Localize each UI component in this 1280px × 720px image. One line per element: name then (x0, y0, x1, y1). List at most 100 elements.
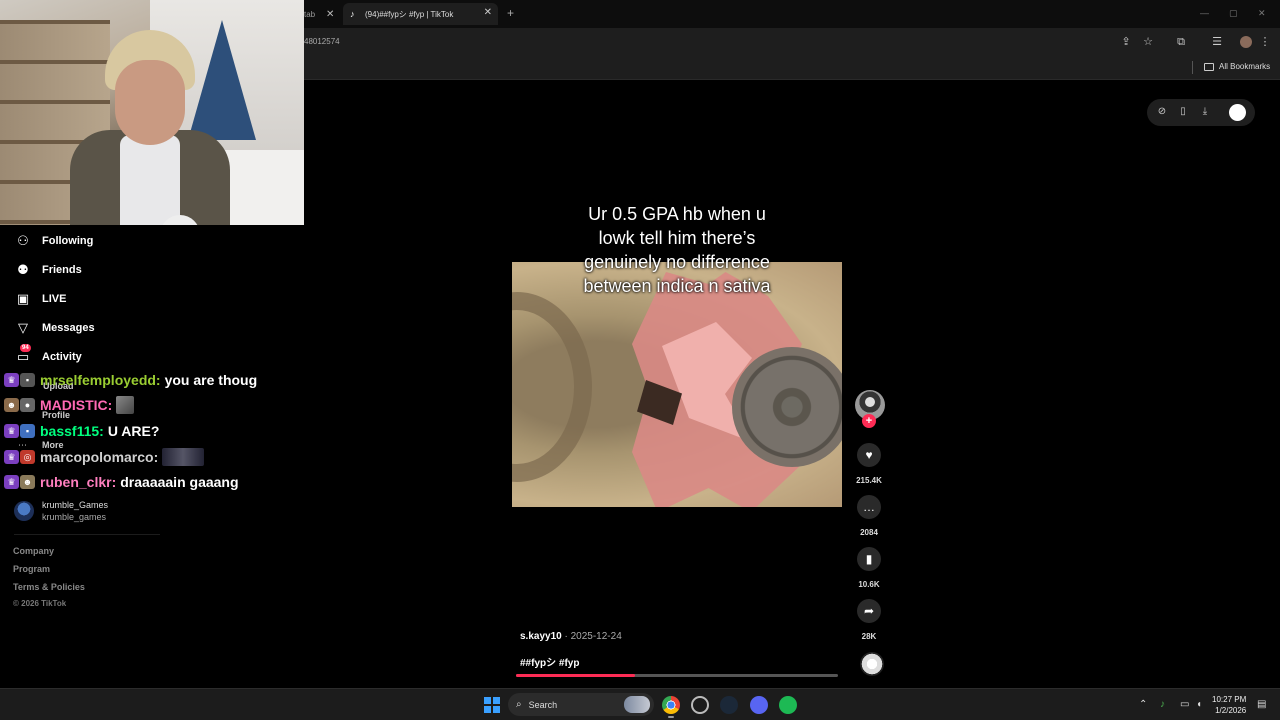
sidebar-item-following[interactable]: ⚇ Following (14, 230, 93, 252)
plus-icon[interactable]: + (507, 6, 514, 20)
emote-icon (116, 396, 135, 414)
sidebar-item-label: LIVE (42, 293, 67, 305)
sub-badge-icon: ☻ (4, 398, 19, 412)
caption-line: genuinely no difference (584, 252, 770, 272)
footer-link-program[interactable]: Program (13, 564, 50, 574)
user-badge-icon: ◎ (20, 450, 35, 464)
comment-icon: … (863, 500, 875, 514)
tab-active[interactable]: ♪ (94)##fypシ #fyp | TikTok ✕ (343, 3, 498, 25)
video-author-line: s.kayy10 · 2025-12-24 (520, 631, 622, 642)
chat-message: ♛ ☻ ruben_clkr: draaaaain gaaang (4, 472, 239, 492)
close-icon[interactable]: ✕ (1258, 8, 1266, 19)
bookmark-icon: ▮ (865, 552, 873, 566)
star-icon[interactable]: ☆ (1141, 35, 1155, 49)
tab-previous-title: tab (304, 9, 316, 19)
chat-text: U ARE? (107, 423, 160, 439)
network-icon[interactable]: ▭ (1180, 699, 1189, 710)
bookmarks-divider (1192, 61, 1193, 74)
like-button[interactable]: ♥ (857, 443, 881, 467)
hashtags[interactable]: ##fypシ #fyp (520, 654, 579, 669)
microphone-icon[interactable]: ♪ (1160, 699, 1165, 710)
user-badge-icon: ☻ (20, 475, 35, 489)
sidebar-item-label: Friends (42, 264, 82, 276)
bookmark-button[interactable]: ▮ (857, 547, 881, 571)
search-icon: ⌕ (516, 699, 522, 710)
chat-username: mrselfemployedd: (40, 372, 161, 388)
user-badge-icon: ▪ (20, 373, 35, 387)
chevron-up-icon[interactable]: ⌃ (1139, 699, 1147, 710)
chat-username: ruben_clkr: (40, 474, 117, 490)
video-frame[interactable] (512, 262, 842, 507)
all-bookmarks-button[interactable]: All Bookmarks (1204, 62, 1270, 71)
notifications-icon[interactable]: ▤ (1257, 699, 1266, 710)
sidebar-item-label: Following (42, 235, 94, 247)
search-label: Search (528, 699, 558, 710)
chrome-icon[interactable] (662, 696, 680, 714)
extensions-icon[interactable]: ⧉ (1174, 35, 1188, 49)
spotify-icon[interactable] (779, 696, 797, 714)
friends-icon: ⚉ (17, 262, 29, 277)
sidebar-divider (14, 534, 160, 535)
taskbar: ⌕ Search ⌃ ♪ ▭ ◖ 10:27 PM 1/2/2026 ▤ (0, 688, 1280, 720)
sub-badge-icon: ♛ (4, 450, 19, 464)
url-text[interactable]: 48012574 (304, 37, 340, 46)
sound-disc[interactable] (860, 652, 884, 676)
sidebar-item-live[interactable]: ▣ LIVE (14, 288, 67, 310)
chat-message: ♛ ▪ mrselfemployedd: you are thoug (4, 370, 257, 390)
maximize-icon[interactable]: ▢ (1229, 8, 1238, 19)
tab-active-title: (94)##fypシ #fyp | TikTok (365, 9, 454, 19)
sub-badge-icon: ♛ (4, 424, 19, 438)
media-icon[interactable]: ☰ (1210, 35, 1224, 49)
account-item[interactable]: krumble_Games krumble_games (14, 499, 108, 523)
folder-icon (1204, 62, 1214, 71)
heart-icon: ♥ (865, 448, 873, 462)
volume-icon[interactable]: ◖ (1196, 699, 1202, 710)
messages-icon: ▽ (18, 320, 28, 335)
address-bar[interactable]: 48012574 ⇪ ☆ ⧉ ☰ ⋮ (304, 28, 1280, 56)
account-name: krumble_Games (42, 500, 109, 510)
autoscroll-icon[interactable]: ⊘ (1156, 106, 1168, 118)
cast-icon[interactable]: ⇪ (1119, 35, 1133, 49)
chat-username: marcopolomarco: (40, 449, 159, 465)
sub-badge-icon: ♛ (4, 373, 19, 387)
progress-bar[interactable] (516, 674, 838, 677)
download-icon[interactable]: ⤓ (1199, 106, 1211, 118)
discord-icon[interactable] (750, 696, 768, 714)
menu-icon[interactable]: ⋮ (1258, 35, 1272, 49)
author-name[interactable]: s.kayy10 (520, 631, 562, 642)
theme-toggle[interactable] (1229, 104, 1246, 121)
minimize-icon[interactable]: — (1200, 8, 1209, 18)
sidebar-item-messages[interactable]: ▽ Messages (14, 317, 95, 339)
chat-username: bassf115: (40, 423, 104, 439)
footer-link-terms[interactable]: Terms & Policies (13, 582, 85, 592)
system-clock[interactable]: 10:27 PM 1/2/2026 (1212, 694, 1246, 716)
share-button[interactable]: ➦ (857, 599, 881, 623)
webcam-overlay (0, 0, 304, 225)
bookmarks-bar: All Bookmarks (304, 56, 1280, 80)
sub-badge-icon: ♛ (4, 475, 19, 489)
chat-message: ☻ ● MADISTIC: (4, 395, 135, 415)
tiktok-favicon-icon: ♪ (350, 9, 355, 19)
comment-count: 2084 (860, 528, 878, 537)
taskbar-search[interactable]: ⌕ Search (508, 693, 654, 716)
avatar (14, 501, 34, 521)
steam-icon[interactable] (720, 696, 738, 714)
close-icon[interactable]: ✕ (484, 7, 492, 18)
follow-plus-icon[interactable]: + (862, 414, 876, 428)
streamer (60, 30, 230, 225)
profile-avatar[interactable] (1240, 36, 1252, 48)
obs-icon[interactable] (691, 696, 709, 714)
comment-button[interactable]: … (857, 495, 881, 519)
sidebar-item-friends[interactable]: ⚉ Friends (14, 259, 82, 281)
close-icon[interactable]: ✕ (326, 9, 334, 20)
footer-link-company[interactable]: Company (13, 546, 54, 556)
sidebar-item-activity[interactable]: ▭ 94 Activity (14, 344, 82, 368)
post-date: 2025-12-24 (570, 631, 622, 642)
activity-badge: 94 (20, 344, 31, 352)
tab-previous[interactable]: tab ✕ (304, 6, 340, 22)
user-badge-icon: ● (20, 398, 35, 412)
caption-line: between indica n sativa (583, 276, 771, 296)
following-icon: ⚇ (17, 233, 29, 248)
device-icon[interactable]: ▯ (1177, 106, 1189, 118)
windows-start-icon[interactable] (484, 697, 500, 713)
